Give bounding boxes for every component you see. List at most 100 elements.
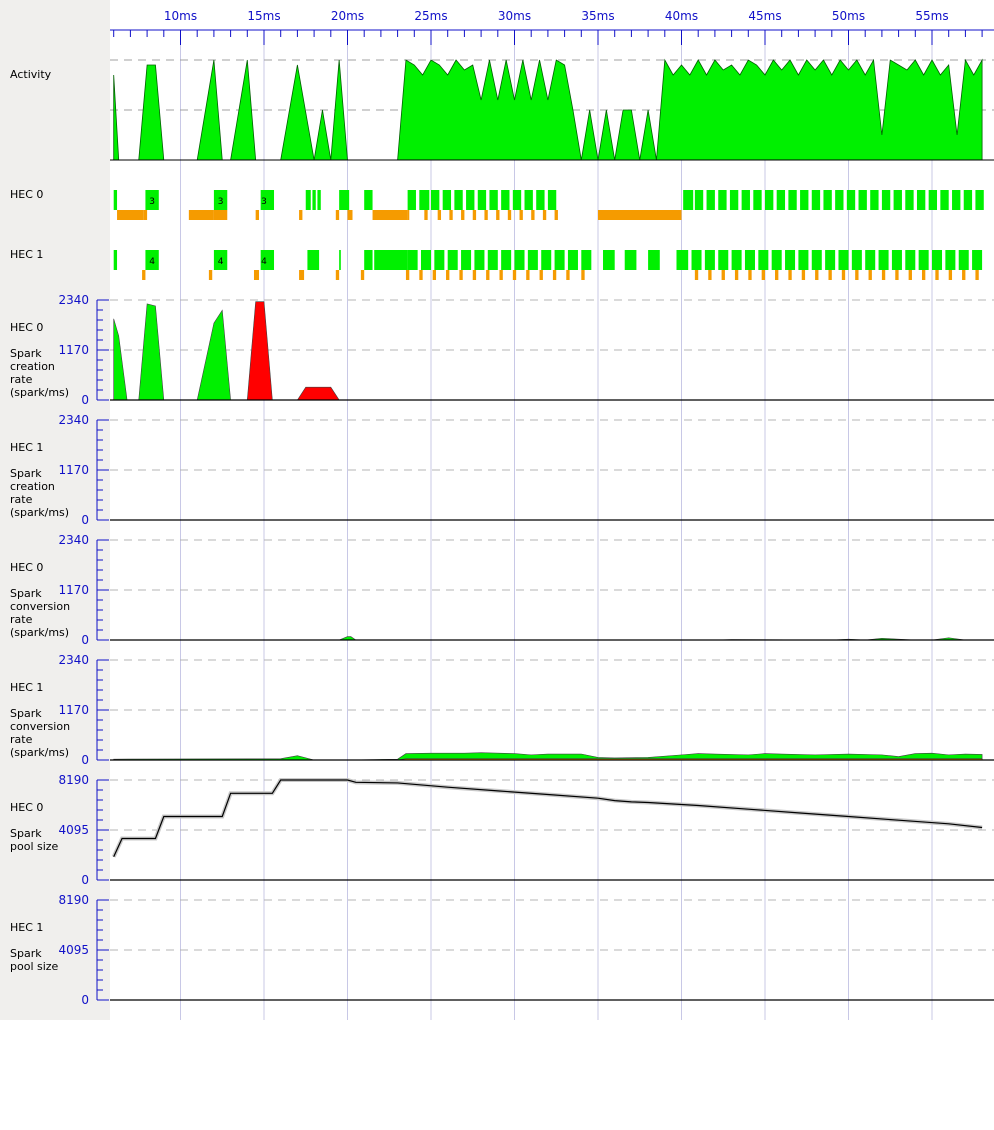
time-tick-label: 50ms — [832, 9, 865, 23]
running-bar — [851, 250, 862, 270]
gc-bar — [881, 270, 886, 280]
running-bar — [932, 250, 943, 270]
gc-bar — [499, 270, 503, 280]
pool-size-shadow — [111, 778, 983, 858]
running-bar — [420, 250, 431, 270]
gc-bar — [734, 270, 739, 280]
time-tick-label: 35ms — [581, 9, 614, 23]
y-tick-label: 0 — [81, 633, 89, 647]
running-bar — [731, 250, 742, 270]
running-bar — [554, 250, 565, 270]
gc-bar — [815, 270, 819, 280]
running-bar — [487, 250, 498, 270]
y-tick-label: 2340 — [58, 293, 89, 307]
running-bar — [811, 250, 822, 270]
gc-bar — [975, 270, 979, 280]
running-bar — [958, 250, 969, 270]
gc-bar — [335, 210, 340, 220]
gc-bar — [801, 270, 806, 280]
time-tick-label: 25ms — [414, 9, 447, 23]
gc-bar — [299, 210, 303, 220]
gc-bar — [788, 270, 792, 280]
gc-bar — [335, 270, 340, 280]
gc-bar — [539, 270, 543, 280]
running-bar — [454, 190, 463, 210]
running-bar — [527, 250, 538, 270]
running-bar — [113, 250, 118, 270]
running-bar — [905, 190, 914, 210]
running-bar — [339, 190, 350, 210]
gc-bar — [253, 270, 259, 280]
running-bar — [512, 190, 522, 210]
running-bar — [940, 190, 949, 210]
running-bar — [785, 250, 796, 270]
y-tick-label: 4095 — [58, 823, 89, 837]
running-bar — [466, 190, 475, 210]
gc-bar — [748, 270, 752, 280]
running-bar — [407, 190, 416, 210]
gc-bar — [432, 270, 437, 280]
running-bar — [547, 190, 557, 210]
thread-count-label: 3 — [149, 197, 155, 207]
running-bar — [431, 190, 440, 210]
running-bar — [835, 190, 844, 210]
running-bar — [307, 250, 320, 270]
gc-bar — [895, 270, 899, 280]
running-bar — [729, 190, 739, 210]
running-bar — [603, 250, 615, 270]
gc-bar — [519, 210, 523, 220]
gc-bar — [208, 270, 213, 280]
gc-bar — [694, 270, 699, 280]
gc-bar — [531, 210, 535, 220]
running-bar — [624, 250, 637, 270]
gc-bar — [598, 210, 682, 220]
gc-bar — [461, 210, 465, 220]
gc-bar — [486, 270, 490, 280]
plot-area: 3 3 3 4 4 4 — [110, 30, 994, 1020]
running-bar — [447, 250, 458, 270]
gc-bar — [213, 210, 228, 220]
running-bar — [838, 250, 849, 270]
thread-count-label: 3 — [261, 197, 267, 207]
running-bar — [893, 190, 902, 210]
time-tick-label: 40ms — [665, 9, 698, 23]
gc-bar — [542, 210, 547, 220]
running-bar — [317, 190, 321, 210]
thread-count-label: 4 — [218, 257, 224, 267]
gc-bar — [255, 210, 259, 220]
gc-bar — [507, 210, 512, 220]
gc-bar — [526, 270, 530, 280]
thread-count-label: 4 — [261, 257, 267, 267]
running-bar — [878, 250, 889, 270]
gc-bar — [372, 210, 408, 220]
gc-bar — [552, 270, 557, 280]
running-bar — [963, 190, 973, 210]
gc-bar — [855, 270, 859, 280]
running-bar — [718, 250, 729, 270]
y-tick-label: 1170 — [58, 343, 89, 357]
gc-bar — [424, 210, 428, 220]
running-bar — [648, 250, 660, 270]
threadscope-chart[interactable]: 333444ms10ms15ms20ms25ms30ms35ms40ms45ms… — [0, 0, 994, 1130]
running-bar — [704, 250, 715, 270]
running-bar — [474, 250, 485, 270]
running-bar — [975, 190, 984, 210]
running-bar — [477, 190, 487, 210]
running-bar — [800, 190, 809, 210]
running-bar — [758, 250, 769, 270]
running-bar — [811, 190, 821, 210]
y-tick-label: 4095 — [58, 943, 89, 957]
gc-bar — [512, 270, 517, 280]
running-bar — [501, 250, 512, 270]
y-tick-label: 8190 — [58, 893, 89, 907]
running-bar — [541, 250, 552, 270]
gc-bar — [581, 270, 585, 280]
gc-bar — [472, 270, 477, 280]
running-bar — [374, 250, 408, 270]
rate-area — [113, 303, 348, 401]
running-bar — [788, 190, 797, 210]
gc-bar — [299, 270, 305, 280]
running-bar — [945, 250, 956, 270]
gc-bar — [554, 210, 558, 220]
running-bar — [825, 250, 836, 270]
